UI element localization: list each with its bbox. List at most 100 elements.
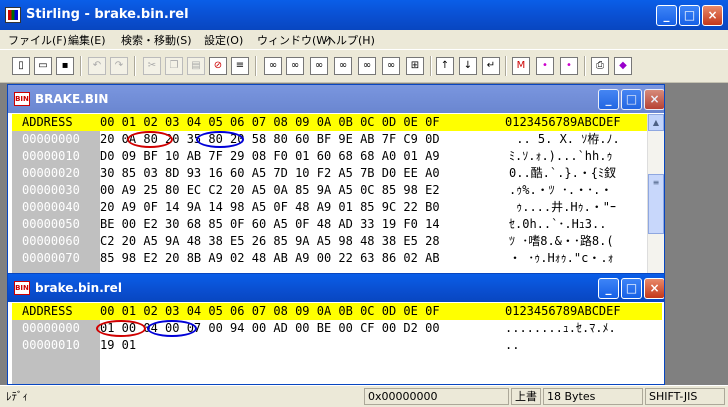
window-brake-bin[interactable]: BIN BRAKE.BIN _ □ × ADDRESS 00 01 02 03 … — [7, 84, 665, 284]
child-minimize-button[interactable]: _ — [598, 89, 619, 110]
child-title: BRAKE.BIN — [35, 92, 109, 106]
toolbar-separator — [255, 56, 257, 76]
page-down-icon[interactable]: ↓ — [459, 57, 477, 75]
header-address: ADDRESS — [22, 115, 73, 129]
row-ascii[interactable]: .. 5. X. ｿ栫.ﾉ. — [509, 131, 619, 148]
child-close-button[interactable]: × — [644, 278, 664, 299]
maximize-button[interactable]: □ — [679, 5, 700, 26]
app-title-bar[interactable]: Stirling - brake.bin.rel _ □ × — [0, 0, 728, 30]
row-address: 00000050 — [22, 217, 80, 231]
child-maximize-button[interactable]: □ — [621, 89, 642, 110]
toolbar-separator — [134, 56, 136, 76]
menu-file[interactable]: ファイル(F) — [8, 32, 67, 48]
status-ready: ﾚﾃﾞｨ — [6, 390, 28, 403]
compare-icon[interactable]: ∞ — [358, 57, 376, 75]
blue-highlight-circle — [147, 320, 197, 337]
bin-file-icon: BIN — [14, 281, 30, 295]
row-hex[interactable]: 20 A9 0F 14 9A 14 98 A5 0F 48 A9 01 85 9… — [100, 199, 440, 216]
mark-icon[interactable]: M — [512, 57, 530, 75]
open-folder-icon[interactable]: ▭ — [34, 57, 52, 75]
child-title: brake.bin.rel — [35, 281, 122, 295]
row-ascii[interactable]: ｾ.0h..`･.Hｭ3.. — [509, 216, 606, 233]
row-address: 00000040 — [22, 200, 80, 214]
toolbar: ▯ ▭ ▪ ↶ ↷ ✂ ❐ ▤ ⊘ ≡ ∞ ∞ ∞ ∞ ∞ ∞ ⊞ ↑ ↓ ↵ … — [0, 50, 728, 83]
child-close-button[interactable]: × — [644, 89, 664, 110]
mark-next-icon[interactable]: • — [536, 57, 554, 75]
row-ascii[interactable]: ・ ･ｩ.Hｫｩ."c・.ｫ — [509, 250, 614, 267]
header-offsets: 00 01 02 03 04 05 06 07 08 09 0A 0B 0C 0… — [100, 304, 440, 318]
page-top-icon[interactable]: ↑ — [436, 57, 454, 75]
binoculars-icon[interactable]: ∞ — [382, 57, 400, 75]
list-icon[interactable]: ≡ — [231, 57, 249, 75]
delete-icon[interactable]: ⊘ — [209, 57, 227, 75]
menu-window[interactable]: ウィンドウ(W) — [257, 32, 331, 48]
menu-bar: ファイル(F) 編集(E) 検索・移動(S) 設定(O) ウィンドウ(W) ヘル… — [0, 30, 728, 49]
scroll-up-icon[interactable]: ▲ — [648, 114, 664, 131]
toolbar-separator — [584, 56, 586, 76]
row-hex[interactable]: D0 09 BF 10 AB 7F 29 08 F0 01 60 68 68 A… — [100, 148, 440, 165]
row-ascii[interactable]: ﾐ.ｿ.ｫ.)...`hh.ｩ — [509, 148, 612, 165]
app-icon — [5, 7, 21, 23]
find-next-icon[interactable]: ∞ — [286, 57, 304, 75]
scroll-thumb[interactable]: ≡ — [648, 174, 664, 234]
red-highlight-circle — [96, 320, 146, 337]
cut-icon[interactable]: ✂ — [143, 57, 161, 75]
row-hex[interactable]: 00 A9 25 80 EC C2 20 A5 0A 85 9A A5 0C 8… — [100, 182, 440, 199]
red-highlight-circle — [127, 131, 173, 148]
row-address: 00000000 — [22, 321, 80, 335]
menu-edit[interactable]: 編集(E) — [68, 32, 106, 48]
minimize-button[interactable]: _ — [656, 5, 677, 26]
app-title: Stirling - brake.bin.rel — [26, 7, 189, 22]
status-address: 0x00000000 — [364, 388, 509, 405]
child-maximize-button[interactable]: □ — [621, 278, 642, 299]
menu-settings[interactable]: 設定(O) — [204, 32, 243, 48]
hex-view[interactable]: ADDRESS 00 01 02 03 04 05 06 07 08 09 0A… — [12, 303, 662, 384]
status-overwrite-mode[interactable]: 上書 — [511, 388, 541, 405]
row-hex[interactable]: C2 20 A5 9A 48 38 E5 26 85 9A A5 98 48 3… — [100, 233, 440, 250]
menu-help[interactable]: ヘルプ(H) — [325, 32, 375, 48]
row-ascii[interactable]: ﾂ ･嗜8.&・･路8.( — [509, 233, 614, 250]
new-file-icon[interactable]: ▯ — [12, 57, 30, 75]
print-icon[interactable]: ⎙ — [591, 57, 609, 75]
row-ascii[interactable]: .ｩ%.・ﾂ ･.・･.・ — [509, 182, 612, 199]
row-ascii[interactable]: 0..酷.`.}.・{ﾐ釵 — [509, 165, 616, 182]
blue-highlight-circle — [196, 131, 244, 148]
mark-prev-icon[interactable]: • — [560, 57, 578, 75]
row-hex[interactable]: BE 00 E2 30 68 85 0F 60 A5 0F 48 AD 33 1… — [100, 216, 440, 233]
find-prev-icon[interactable]: ∞ — [310, 57, 328, 75]
row-address: 00000000 — [22, 132, 80, 146]
help-book-icon[interactable]: ◆ — [614, 57, 632, 75]
child-title-bar[interactable]: BIN brake.bin.rel _ □ × — [8, 274, 664, 302]
hex-view[interactable]: ADDRESS 00 01 02 03 04 05 06 07 08 09 0A… — [12, 114, 647, 283]
child-title-bar[interactable]: BIN BRAKE.BIN _ □ × — [8, 85, 664, 113]
row-address: 00000010 — [22, 149, 80, 163]
child-minimize-button[interactable]: _ — [598, 278, 619, 299]
bin-file-icon: BIN — [14, 92, 30, 106]
vertical-scrollbar[interactable]: ▲ ≡ — [647, 114, 664, 283]
toolbar-extra-icon[interactable]: ⊞ — [406, 57, 424, 75]
paste-icon[interactable]: ▤ — [187, 57, 205, 75]
status-encoding[interactable]: SHIFT-JIS — [645, 388, 725, 405]
row-hex[interactable]: 30 85 03 8D 93 16 60 A5 7D 10 F2 A5 7B D… — [100, 165, 440, 182]
header-address: ADDRESS — [22, 304, 73, 318]
row-hex[interactable]: 19 01 — [100, 337, 136, 354]
find-icon[interactable]: ∞ — [264, 57, 282, 75]
menu-search[interactable]: 検索・移動(S) — [121, 32, 192, 48]
save-icon[interactable]: ▪ — [56, 57, 74, 75]
row-ascii[interactable]: ｩ....井.Hｩ.・"ｰ — [509, 199, 616, 216]
status-file-size: 18 Bytes — [543, 388, 643, 405]
undo-icon[interactable]: ↶ — [88, 57, 106, 75]
row-address: 00000010 — [22, 338, 80, 352]
window-brake-bin-rel[interactable]: BIN brake.bin.rel _ □ × ADDRESS 00 01 02… — [7, 273, 665, 385]
page-end-icon[interactable]: ↵ — [482, 57, 500, 75]
redo-icon[interactable]: ↷ — [110, 57, 128, 75]
replace-icon[interactable]: ∞ — [334, 57, 352, 75]
row-ascii[interactable]: ........ｭ.ｾ.ﾏ.ﾒ. — [505, 320, 616, 337]
copy-icon[interactable]: ❐ — [165, 57, 183, 75]
header-ascii: 0123456789ABCDEF — [505, 115, 621, 129]
toolbar-separator — [430, 56, 432, 76]
close-button[interactable]: × — [702, 5, 723, 26]
row-hex[interactable]: 85 98 E2 20 8B A9 02 48 AB A9 00 22 63 8… — [100, 250, 440, 267]
toolbar-separator — [505, 56, 507, 76]
row-ascii[interactable]: .. — [505, 337, 519, 354]
